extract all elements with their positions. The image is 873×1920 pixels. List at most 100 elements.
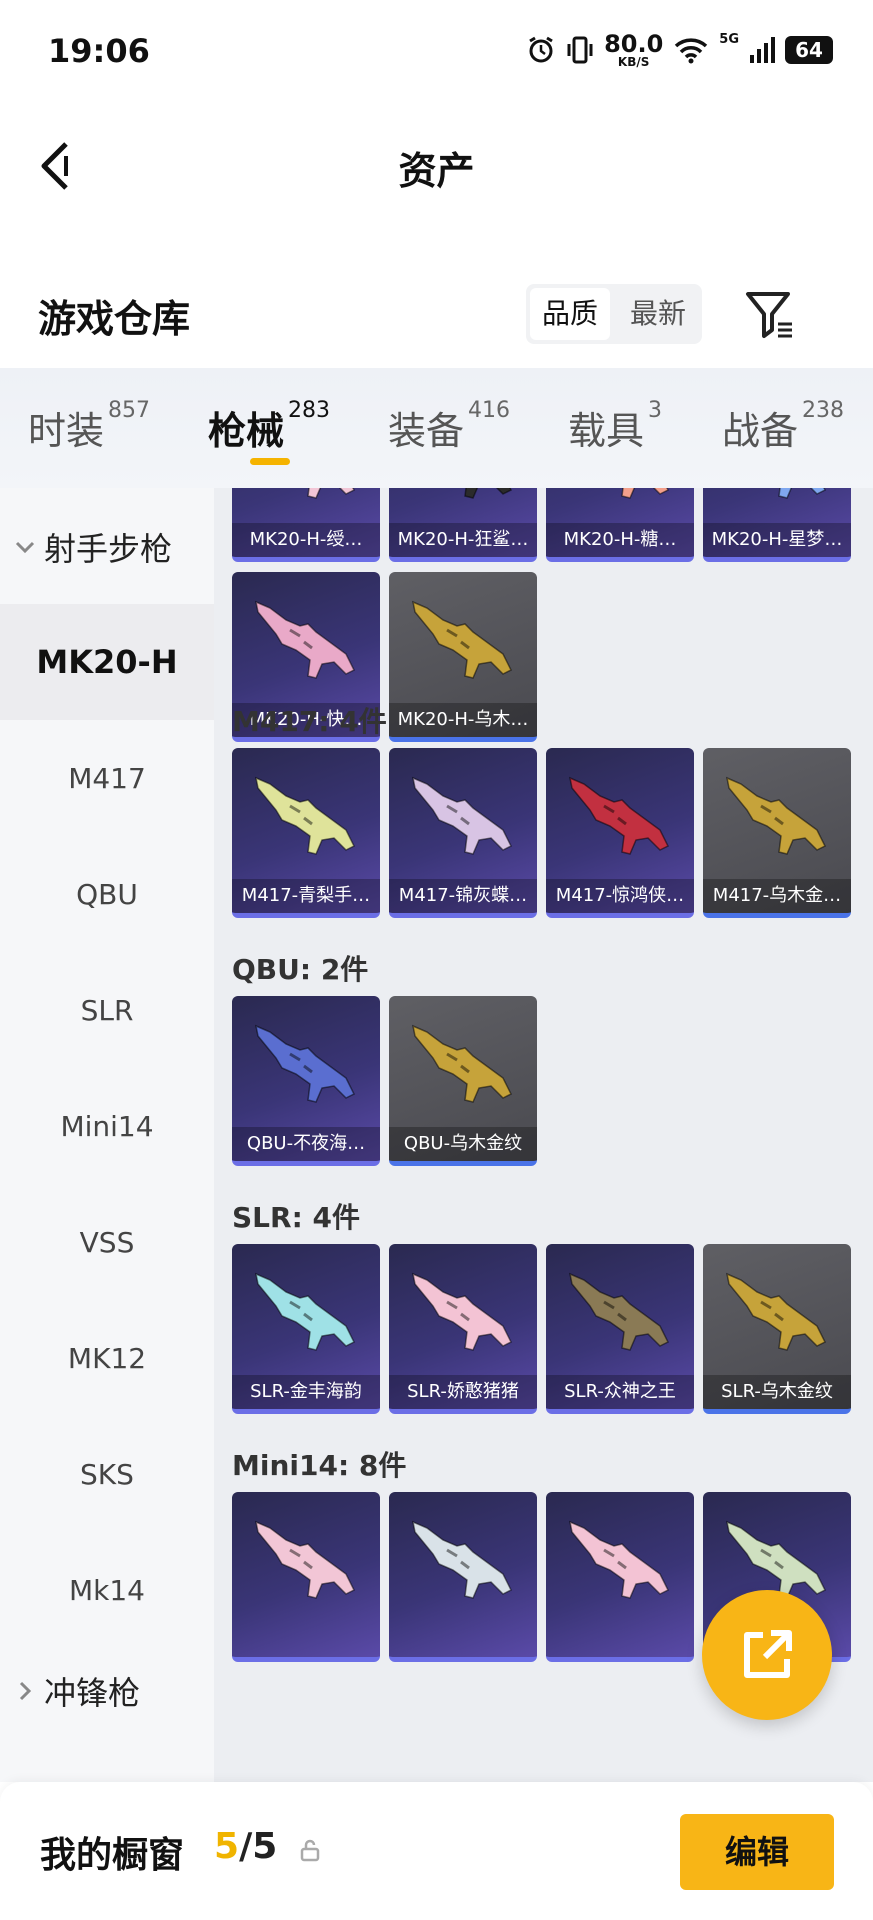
weapon-card-label: M417-乌木金…	[703, 879, 851, 913]
tab-guns[interactable]: 枪械 283	[208, 398, 330, 455]
sidebar-group-marksman[interactable]: 射手步枪	[14, 524, 172, 570]
weapon-grid: MK20-H-绶… MK20-H-狂鲨… MK20-H-糖… MK20-H-星梦… MK…	[214, 488, 873, 1782]
weapon-card-label: MK20-H-狂鲨…	[389, 523, 537, 557]
tab-label: 战备	[722, 409, 799, 453]
sort-quality-button[interactable]: 品质	[530, 288, 610, 340]
tab-label: 时装	[28, 409, 105, 453]
sidebar-item-mk20h[interactable]: MK20-H	[0, 604, 214, 720]
warehouse-title: 游戏仓库	[38, 297, 191, 341]
sidebar-item-qbu[interactable]: QBU	[0, 836, 214, 952]
lock-icon	[300, 1839, 320, 1862]
weapon-card[interactable]: QBU-乌木金纹	[389, 996, 537, 1166]
rifle-icon	[411, 1520, 513, 1599]
weapon-card[interactable]: M417-青梨手…	[232, 748, 380, 918]
weapon-card[interactable]: SLR-金丰海韵	[232, 1244, 380, 1414]
weapon-card[interactable]	[546, 1492, 694, 1662]
sidebar-group-smg[interactable]: 冲锋枪	[14, 1668, 140, 1714]
weapon-card-label: QBU-乌木金纹	[389, 1127, 537, 1161]
weapon-card[interactable]: M417-锦灰蝶…	[389, 748, 537, 918]
sidebar-item-mk14[interactable]: Mk14	[0, 1532, 214, 1648]
status-bar: 19:06 80.0 KB/S 5G 64	[0, 0, 873, 104]
tab-count: 416	[468, 398, 511, 423]
weapon-card-label: SLR-乌木金纹	[703, 1375, 851, 1409]
status-icons: 80.0 KB/S 5G 64	[526, 32, 833, 68]
network-speed-unit: KB/S	[617, 55, 650, 69]
tab-vehicles[interactable]: 载具 3	[568, 398, 663, 455]
sort-toggle: 品质 最新	[526, 284, 702, 344]
network-speed-value: 80.0	[604, 30, 664, 58]
share-button[interactable]	[702, 1590, 832, 1720]
edit-button[interactable]: 编辑	[680, 1814, 834, 1890]
rifle-icon	[568, 776, 670, 855]
weapon-card[interactable]: MK20-H-绶…	[232, 488, 380, 562]
filter-icon[interactable]	[742, 286, 798, 342]
weapon-card-label: M417-青梨手…	[232, 879, 380, 913]
weapon-card[interactable]: MK20-H-乌木…	[389, 572, 537, 742]
sort-newest-button[interactable]: 最新	[618, 288, 698, 340]
warehouse-header: 游戏仓库 品质 最新	[0, 264, 873, 364]
weapon-card[interactable]: M417-惊鸿侠…	[546, 748, 694, 918]
rifle-icon	[568, 1272, 670, 1351]
weapon-card-label: M417-锦灰蝶…	[389, 879, 537, 913]
weapon-sidebar: 射手步枪 MK20-H M417 QBU SLR Mini14 VSS MK12…	[0, 488, 214, 1782]
weapon-card-label: SLR-金丰海韵	[232, 1375, 380, 1409]
wifi-icon	[675, 38, 708, 64]
rifle-icon	[254, 1272, 356, 1351]
sidebar-item-sks[interactable]: SKS	[0, 1416, 214, 1532]
tab-label: 载具	[568, 409, 645, 453]
tab-equipment[interactable]: 装备 416	[388, 398, 511, 455]
rifle-icon	[778, 488, 827, 499]
weapon-card[interactable]: SLR-乌木金纹	[703, 1244, 851, 1414]
sidebar-group-label: 冲锋枪	[44, 1674, 141, 1712]
rifle-icon	[254, 600, 356, 679]
weapon-card[interactable]: SLR-娇憨猪猪	[389, 1244, 537, 1414]
battery-level: 64	[795, 38, 823, 62]
tab-count: 857	[108, 398, 151, 423]
tab-count: 3	[648, 398, 663, 423]
sidebar-item-slr[interactable]: SLR	[0, 952, 214, 1068]
section-title: Mini14: 8件	[232, 1449, 407, 1482]
sidebar-item-vss[interactable]: VSS	[0, 1184, 214, 1300]
weapon-card[interactable]: SLR-众神之王	[546, 1244, 694, 1414]
sidebar-group-label: 射手步枪	[44, 530, 173, 568]
weapon-card[interactable]: QBU-不夜海…	[232, 996, 380, 1166]
rifle-icon	[725, 1272, 827, 1351]
weapon-card[interactable]	[389, 1492, 537, 1662]
section-title: SLR: 4件	[232, 1201, 360, 1234]
tab-label: 枪械	[208, 409, 285, 453]
weapon-card[interactable]	[232, 1492, 380, 1662]
rifle-icon	[411, 600, 513, 679]
weapon-card[interactable]: M417-乌木金…	[703, 748, 851, 918]
section-title: M417: 4件	[232, 705, 387, 738]
weapon-card-label: M417-惊鸿侠…	[546, 879, 694, 913]
tab-count: 238	[802, 398, 845, 423]
rifle-icon	[725, 776, 827, 855]
alarm-icon	[529, 36, 553, 63]
weapon-card-label: SLR-众神之王	[546, 1375, 694, 1409]
chevron-down-icon	[15, 541, 35, 554]
sidebar-item-mk12[interactable]: MK12	[0, 1300, 214, 1416]
tab-label: 装备	[388, 409, 465, 453]
rifle-icon	[254, 1520, 356, 1599]
network-speed: 80.0 KB/S	[604, 32, 663, 68]
signal-icon	[750, 37, 775, 63]
rifle-icon	[621, 488, 670, 499]
weapon-card[interactable]: MK20-H-糖…	[546, 488, 694, 562]
weapon-card[interactable]: MK20-H-狂鲨…	[389, 488, 537, 562]
weapon-card-label: MK20-H-绶…	[232, 523, 380, 557]
rifle-icon	[411, 1024, 513, 1103]
tab-fashion[interactable]: 时装 857	[28, 398, 151, 455]
rifle-icon	[254, 776, 356, 855]
weapon-card-label: SLR-娇憨猪猪	[389, 1375, 537, 1409]
showcase-total: /5	[239, 1826, 278, 1867]
active-tab-indicator	[250, 458, 290, 465]
weapon-card-label: MK20-H-星梦…	[703, 523, 851, 557]
showcase-label: 我的橱窗	[40, 1835, 185, 1876]
section-title: QBU: 2件	[232, 953, 369, 986]
tab-supplies[interactable]: 战备 238	[722, 398, 845, 455]
category-tabs: 时装 857 枪械 283 装备 416 载具 3 战备 238	[0, 368, 873, 488]
weapon-card[interactable]: MK20-H-星梦…	[703, 488, 851, 562]
share-icon	[744, 1630, 792, 1678]
sidebar-item-mini14[interactable]: Mini14	[0, 1068, 214, 1184]
sidebar-item-m417[interactable]: M417	[0, 720, 214, 836]
